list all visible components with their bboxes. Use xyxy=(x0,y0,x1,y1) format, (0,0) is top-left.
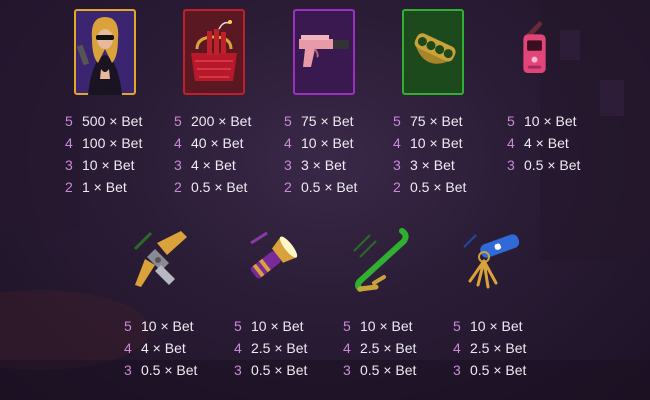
pay-row: 3 0.5 × Bet xyxy=(507,157,581,173)
pay-row: 5 10 × Bet xyxy=(507,113,577,129)
pay-row: 21 × Bet xyxy=(65,179,127,195)
pay-row: 3 10 × Bet xyxy=(65,157,135,173)
pay-row: 4 2.5 × Bet xyxy=(453,340,527,356)
pay-row: 5 10 × Bet xyxy=(234,318,304,334)
keys-icon xyxy=(463,234,520,289)
pay-row: 3 0.5 × Bet xyxy=(453,362,527,378)
pay-row: 4 100 × Bet xyxy=(65,135,143,151)
pay-row: 34 × Bet xyxy=(174,157,236,173)
symbol-walkie-talkie: 5 10 × Bet 44 × Bet 3 0.5 × Bet xyxy=(507,5,640,175)
crowbar-icon xyxy=(353,228,409,292)
pay-row: 2 0.5 × Bet xyxy=(174,179,248,195)
pay-row: 3 0.5 × Bet xyxy=(234,362,308,378)
pay-row: 4 10 × Bet xyxy=(393,135,463,151)
pay-row: 3 0.5 × Bet xyxy=(124,362,198,378)
pay-row: 2 0.5 × Bet xyxy=(284,179,358,195)
symbol-flashlight: 5 10 × Bet 4 2.5 × Bet 3 0.5 × Bet xyxy=(234,225,357,385)
symbol-crowbar: 5 10 × Bet 4 2.5 × Bet 3 0.5 × Bet xyxy=(343,225,466,385)
pay-row: 3 0.5 × Bet xyxy=(343,362,417,378)
wire-cutters-icon xyxy=(133,231,187,287)
spy-woman-icon xyxy=(74,9,136,95)
pay-row: 5 10 × Bet xyxy=(124,318,194,334)
pay-row: 4 2.5 × Bet xyxy=(234,340,308,356)
pay-row: 44 × Bet xyxy=(507,135,569,151)
symbol-keys: 5 10 × Bet 4 2.5 × Bet 3 0.5 × Bet xyxy=(453,225,576,385)
pay-row: 5 75 × Bet xyxy=(284,113,354,129)
pay-row: 4 10 × Bet xyxy=(284,135,354,151)
pay-row: 2 0.5 × Bet xyxy=(393,179,467,195)
symbol-wire-cutters: 5 10 × Bet 44 × Bet 3 0.5 × Bet xyxy=(124,225,247,385)
pay-row: 5 500 × Bet xyxy=(65,113,143,129)
brass-knuckles-icon xyxy=(402,9,464,95)
pay-row: 33 × Bet xyxy=(284,157,346,173)
pay-row: 44 × Bet xyxy=(124,340,186,356)
pay-row: 5 75 × Bet xyxy=(393,113,463,129)
pay-row: 5 10 × Bet xyxy=(453,318,523,334)
flashlight-icon xyxy=(250,231,298,279)
walkie-talkie-icon xyxy=(523,21,546,74)
pay-row: 4 2.5 × Bet xyxy=(343,340,417,356)
pay-row: 33 × Bet xyxy=(393,157,455,173)
pay-row: 5 10 × Bet xyxy=(343,318,413,334)
dynamite-bag-icon xyxy=(183,9,245,95)
pay-row: 4 40 × Bet xyxy=(174,135,244,151)
pay-row: 5 200 × Bet xyxy=(174,113,252,129)
pistol-icon xyxy=(293,9,355,95)
